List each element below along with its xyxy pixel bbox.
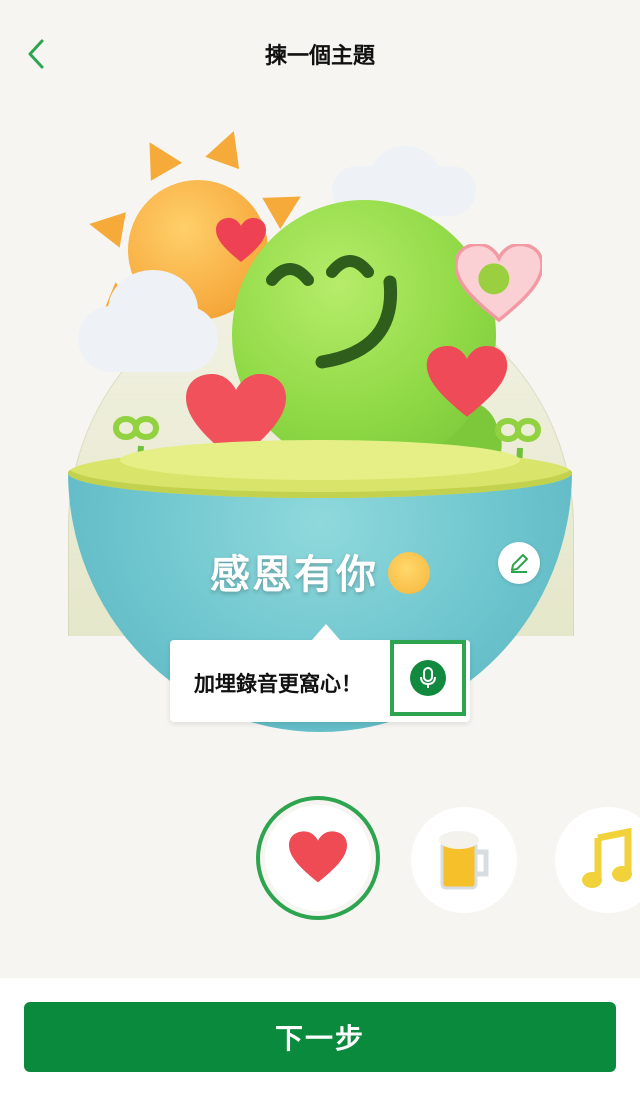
music-note-icon bbox=[582, 828, 632, 888]
heart-leaf-icon bbox=[456, 244, 542, 323]
tooltip-text: 加埋錄音更窩心！ bbox=[194, 672, 362, 696]
theme-option-heart[interactable] bbox=[265, 805, 371, 911]
footer: 下一步 bbox=[0, 978, 640, 1100]
page-title: 揀一個主題 bbox=[264, 44, 375, 69]
beer-mug-icon bbox=[439, 831, 489, 890]
edit-message-button[interactable] bbox=[498, 542, 540, 584]
header: 揀一個主題 bbox=[0, 0, 640, 110]
pencil-icon bbox=[511, 554, 528, 573]
heart-icon bbox=[216, 218, 266, 262]
recording-tooltip: 加埋錄音更窩心！ bbox=[170, 640, 470, 722]
mic-highlight bbox=[390, 640, 466, 716]
theme-selector bbox=[0, 796, 640, 936]
theme-option-beer[interactable] bbox=[411, 807, 517, 913]
theme-option-music[interactable] bbox=[555, 807, 640, 913]
heart-icon bbox=[289, 831, 347, 883]
card-message: 感恩有你 bbox=[0, 542, 640, 600]
record-button[interactable] bbox=[410, 660, 446, 696]
next-step-button[interactable]: 下一步 bbox=[24, 1002, 616, 1072]
smiling-face-with-hearts-icon bbox=[388, 552, 430, 594]
card-message-text: 感恩有你 bbox=[210, 552, 378, 598]
microphone-icon bbox=[420, 667, 436, 688]
